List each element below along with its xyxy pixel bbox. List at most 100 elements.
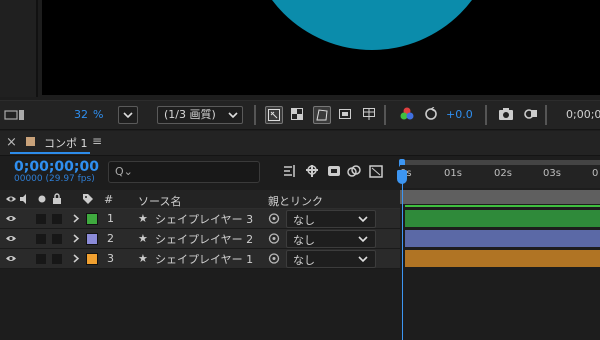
video-eye-icon[interactable] [5, 194, 17, 204]
layer-number: 3 [107, 252, 114, 265]
comp-mini-flowchart-icon[interactable] [282, 163, 298, 183]
viewer-toolbar: 32 % (1/3 画質) +0.0 0;00;00 [0, 100, 600, 130]
lock-icon[interactable] [52, 193, 62, 205]
layer-number: 1 [107, 212, 114, 225]
lock-switch [52, 229, 62, 248]
pick-whip-icon[interactable] [268, 209, 280, 228]
layer-column-header: # ソース名 親とリンク [0, 190, 400, 209]
expand-chevron-icon[interactable] [72, 229, 80, 248]
mask-path-icon[interactable] [313, 106, 331, 124]
visibility-eye-icon[interactable] [5, 209, 17, 228]
toolbar-divider [545, 105, 547, 125]
playhead-line[interactable] [402, 170, 403, 340]
time-ruler[interactable]: 0s 01s 02s 03s 0 [400, 165, 600, 188]
region-of-interest-icon[interactable] [337, 106, 353, 122]
playhead-handle[interactable] [397, 170, 407, 184]
chevron-down-icon [358, 256, 368, 263]
zoom-unit: % [93, 108, 104, 121]
ruler-tick-label: 03s [543, 168, 561, 179]
resolution-label: (1/3 画質) [164, 108, 216, 121]
close-tab-icon[interactable]: × [6, 135, 17, 150]
camera-icon[interactable] [498, 106, 514, 122]
show-snapshot-icon[interactable] [522, 106, 538, 122]
pick-whip-icon[interactable] [268, 249, 280, 268]
audio-icon[interactable] [19, 194, 31, 204]
parent-value: なし [293, 214, 315, 227]
solo-switch [36, 229, 46, 248]
layer-name[interactable]: シェイプレイヤー 2 [155, 229, 253, 248]
solo-switch [36, 249, 46, 268]
layer-duration-bar[interactable] [405, 210, 600, 227]
channel-rgb-icon[interactable] [399, 106, 415, 122]
parent-dropdown[interactable]: なし [286, 230, 376, 248]
frame-blending-icon[interactable] [346, 163, 362, 183]
expand-chevron-icon[interactable] [72, 209, 80, 228]
motion-blur-icon[interactable] [368, 163, 384, 183]
solo-switch [36, 209, 46, 228]
shape-circle [247, 0, 497, 50]
shape-layer-star-icon: ★ [138, 232, 148, 245]
ruler-tick-label: 02s [494, 168, 512, 179]
visibility-eye-icon[interactable] [5, 249, 17, 268]
shape-layer-star-icon: ★ [138, 252, 148, 265]
snapshot-region-icon[interactable] [265, 106, 283, 124]
composition-canvas[interactable] [42, 0, 600, 95]
parent-dropdown[interactable]: なし [286, 250, 376, 268]
grid-guides-icon[interactable] [361, 106, 377, 122]
label-tag-icon[interactable] [82, 193, 94, 205]
layer-number: 2 [107, 232, 114, 245]
tab-comp-1[interactable]: コンポ 1 [44, 135, 88, 151]
comp-duration-bar [400, 190, 600, 204]
pick-whip-icon[interactable] [268, 229, 280, 248]
parent-dropdown[interactable]: なし [286, 210, 376, 228]
layer-label-color[interactable] [86, 209, 98, 228]
zoom-dropdown[interactable] [118, 106, 138, 124]
viewer-left-panel [0, 0, 38, 97]
timeline-panel-header: × コンポ 1 ≡ [0, 131, 600, 156]
column-parent-link[interactable]: 親とリンク [268, 193, 323, 209]
reset-exposure-icon[interactable] [423, 106, 439, 122]
lock-switch [52, 209, 62, 228]
panel-menu-icon[interactable]: ≡ [92, 134, 102, 148]
layer-row[interactable]: 2 ★ シェイプレイヤー 2 なし [0, 229, 400, 249]
draft-3d-icon[interactable] [304, 163, 320, 183]
parent-value: なし [293, 234, 315, 247]
current-time-display[interactable]: 0;00;00;00 [14, 159, 99, 175]
layer-row[interactable]: 3 ★ シェイプレイヤー 1 なし [0, 249, 400, 269]
visibility-eye-icon[interactable] [5, 229, 17, 248]
active-tab-indicator [10, 152, 90, 154]
chevron-down-icon [358, 236, 368, 243]
chevron-down-icon [358, 216, 368, 223]
memory-icon[interactable] [4, 107, 26, 121]
zoom-value[interactable]: 32 [74, 108, 88, 122]
column-number: # [104, 193, 114, 206]
shy-layers-icon[interactable] [326, 163, 342, 183]
toolbar-divider [384, 105, 386, 125]
composition-viewer[interactable] [0, 0, 600, 97]
render-cache-indicator [405, 205, 600, 207]
comp-label-color [26, 137, 35, 146]
layer-label-color[interactable] [86, 249, 98, 268]
resolution-dropdown[interactable]: (1/3 画質) [157, 106, 243, 124]
exposure-value[interactable]: +0.0 [446, 108, 473, 122]
ruler-tick-label: 0 [592, 168, 599, 179]
layer-search-input[interactable]: Q⌄ [108, 161, 260, 183]
layer-label-color[interactable] [86, 229, 98, 248]
layer-row[interactable]: 1 ★ シェイプレイヤー 3 なし [0, 209, 400, 229]
layer-name[interactable]: シェイプレイヤー 1 [155, 249, 253, 268]
lock-switch [52, 249, 62, 268]
expand-chevron-icon[interactable] [72, 249, 80, 268]
layer-duration-bar[interactable] [405, 250, 600, 267]
parent-value: なし [293, 254, 315, 267]
transparency-grid-icon[interactable] [289, 106, 305, 122]
layer-duration-bar[interactable] [405, 230, 600, 247]
layer-name[interactable]: シェイプレイヤー 3 [155, 209, 253, 228]
frame-rate-display: 00000 (29.97 fps) [14, 174, 95, 184]
viewer-timecode[interactable]: 0;00;00 [566, 108, 600, 122]
toolbar-divider [485, 105, 487, 125]
solo-icon[interactable] [38, 195, 46, 203]
ruler-tick-label: 01s [444, 168, 462, 179]
column-source-name[interactable]: ソース名 [138, 193, 181, 209]
shape-layer-star-icon: ★ [138, 212, 148, 225]
toolbar-divider [254, 105, 256, 125]
